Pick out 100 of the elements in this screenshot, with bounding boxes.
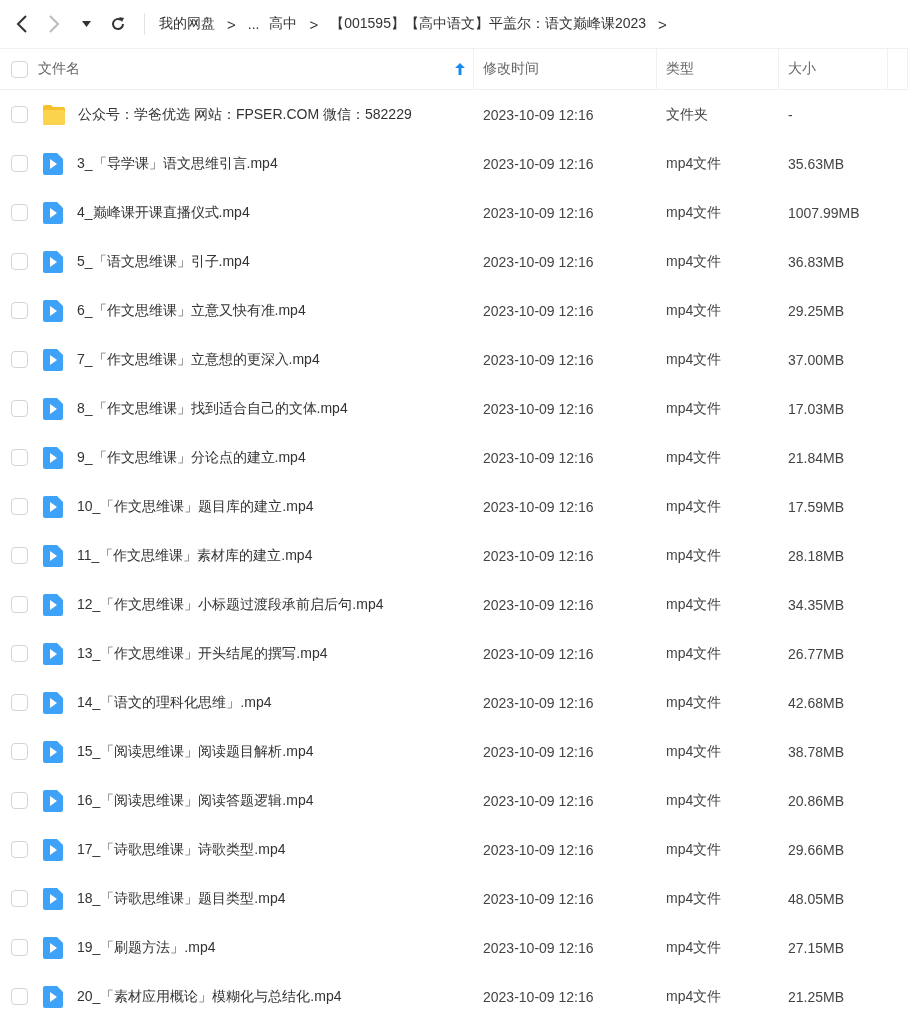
file-size: - <box>788 106 793 123</box>
file-type: mp4文件 <box>666 791 722 810</box>
folder-icon <box>42 103 66 126</box>
row-checkbox[interactable] <box>11 400 28 417</box>
file-type: mp4文件 <box>666 889 722 908</box>
file-name[interactable]: 17_「诗歌思维课」诗歌类型.mp4 <box>77 840 286 859</box>
file-name[interactable]: 9_「作文思维课」分论点的建立.mp4 <box>77 448 306 467</box>
file-name[interactable]: 公众号：学爸优选 网站：FPSER.COM 微信：582229 <box>78 105 412 124</box>
file-size: 29.25MB <box>788 302 845 319</box>
file-type: 文件夹 <box>666 105 708 124</box>
file-name[interactable]: 20_「素材应用概论」模糊化与总结化.mp4 <box>77 987 342 1006</box>
video-file-icon <box>43 250 63 273</box>
file-size: 48.05MB <box>788 890 845 907</box>
file-type: mp4文件 <box>666 497 722 516</box>
file-name[interactable]: 16_「阅读思维课」阅读答题逻辑.mp4 <box>77 791 314 810</box>
file-name[interactable]: 3_「导学课」语文思维引言.mp4 <box>77 154 278 173</box>
chevron-right-icon <box>48 15 60 33</box>
file-name[interactable]: 19_「刷题方法」.mp4 <box>77 938 216 957</box>
breadcrumb-item[interactable]: 我的网盘 <box>159 15 215 33</box>
file-type: mp4文件 <box>666 595 722 614</box>
modified-time: 2023-10-09 12:16 <box>483 204 594 221</box>
file-size: 29.66MB <box>788 841 845 858</box>
column-header[interactable]: 类型 <box>657 49 779 89</box>
row-checkbox[interactable] <box>11 351 28 368</box>
file-type: mp4文件 <box>666 399 722 418</box>
breadcrumb-item[interactable]: ... <box>247 16 260 32</box>
file-name[interactable]: 13_「作文思维课」开头结尾的撰写.mp4 <box>77 644 328 663</box>
video-file-icon <box>43 446 63 469</box>
file-size: 21.25MB <box>788 988 845 1005</box>
column-header[interactable]: 修改时间 <box>474 49 657 89</box>
breadcrumb-separator: > <box>309 15 319 33</box>
file-size: 26.77MB <box>788 645 845 662</box>
video-file-icon <box>43 397 63 420</box>
row-checkbox[interactable] <box>11 645 28 662</box>
row-checkbox[interactable] <box>11 694 28 711</box>
breadcrumb-separator: > <box>227 15 236 33</box>
row-checkbox[interactable] <box>11 841 28 858</box>
file-size: 35.63MB <box>788 155 845 172</box>
file-type: mp4文件 <box>666 203 722 222</box>
modified-time: 2023-10-09 12:16 <box>483 106 594 123</box>
row-checkbox[interactable] <box>11 302 28 319</box>
file-type: mp4文件 <box>666 938 722 957</box>
sort-arrow-icon <box>455 63 465 75</box>
file-type: mp4文件 <box>666 350 722 369</box>
file-name[interactable]: 8_「作文思维课」找到适合自己的文体.mp4 <box>77 399 348 418</box>
file-type: mp4文件 <box>666 644 722 663</box>
row-checkbox[interactable] <box>11 155 28 172</box>
row-checkbox[interactable] <box>11 498 28 515</box>
video-file-icon <box>43 887 63 910</box>
breadcrumb-separator: > <box>658 15 667 33</box>
row-checkbox[interactable] <box>11 792 28 809</box>
video-file-icon <box>43 936 63 959</box>
video-file-icon <box>43 789 63 812</box>
row-checkbox[interactable] <box>11 253 28 270</box>
file-name[interactable]: 12_「作文思维课」小标题过渡段承前启后句.mp4 <box>77 595 384 614</box>
video-file-icon <box>43 201 63 224</box>
video-file-icon <box>43 299 63 322</box>
file-size: 1007.99MB <box>788 204 860 221</box>
video-file-icon <box>43 152 63 175</box>
row-checkbox[interactable] <box>11 890 28 907</box>
modified-time: 2023-10-09 12:16 <box>483 449 594 466</box>
video-file-icon <box>43 495 63 518</box>
file-name[interactable]: 7_「作文思维课」立意想的更深入.mp4 <box>77 350 320 369</box>
file-type: mp4文件 <box>666 693 722 712</box>
row-checkbox[interactable] <box>11 449 28 466</box>
modified-time: 2023-10-09 12:16 <box>483 939 594 956</box>
video-file-icon <box>43 593 63 616</box>
modified-time: 2023-10-09 12:16 <box>483 694 594 711</box>
modified-time: 2023-10-09 12:16 <box>483 351 594 368</box>
file-name[interactable]: 15_「阅读思维课」阅读题目解析.mp4 <box>77 742 314 761</box>
file-size: 42.68MB <box>788 694 845 711</box>
file-name[interactable]: 5_「语文思维课」引子.mp4 <box>77 252 250 271</box>
column-header[interactable]: 大小 <box>779 49 888 89</box>
row-checkbox[interactable] <box>11 204 28 221</box>
caret-down-icon <box>81 21 91 27</box>
file-size: 34.35MB <box>788 596 845 613</box>
row-checkbox[interactable] <box>11 988 28 1005</box>
row-checkbox[interactable] <box>11 743 28 760</box>
row-checkbox[interactable] <box>11 939 28 956</box>
column-header[interactable]: 文件名 <box>38 49 473 89</box>
modified-time: 2023-10-09 12:16 <box>483 547 594 564</box>
row-checkbox[interactable] <box>11 547 28 564</box>
row-checkbox[interactable] <box>11 106 28 123</box>
file-name[interactable]: 11_「作文思维课」素材库的建立.mp4 <box>77 546 313 565</box>
row-checkbox[interactable] <box>11 596 28 613</box>
breadcrumb-item[interactable]: 【001595】【高中语文】平盖尔：语文巅峰课2023 <box>330 15 647 33</box>
file-name[interactable]: 10_「作文思维课」题目库的建立.mp4 <box>77 497 314 516</box>
file-size: 38.78MB <box>788 743 845 760</box>
select-all-checkbox[interactable] <box>11 60 28 78</box>
file-name[interactable]: 18_「诗歌思维课」题目类型.mp4 <box>77 889 286 908</box>
file-type: mp4文件 <box>666 448 722 467</box>
file-name[interactable]: 14_「语文的理科化思维」.mp4 <box>77 693 272 712</box>
modified-time: 2023-10-09 12:16 <box>483 253 594 270</box>
video-file-icon <box>43 985 63 1008</box>
breadcrumb-item[interactable]: 高中 <box>269 15 298 33</box>
file-name[interactable]: 6_「作文思维课」立意又快有准.mp4 <box>77 301 306 320</box>
file-type: mp4文件 <box>666 987 722 1006</box>
file-name[interactable]: 4_巅峰课开课直播仪式.mp4 <box>77 203 250 222</box>
file-size: 21.84MB <box>788 449 845 466</box>
modified-time: 2023-10-09 12:16 <box>483 743 594 760</box>
